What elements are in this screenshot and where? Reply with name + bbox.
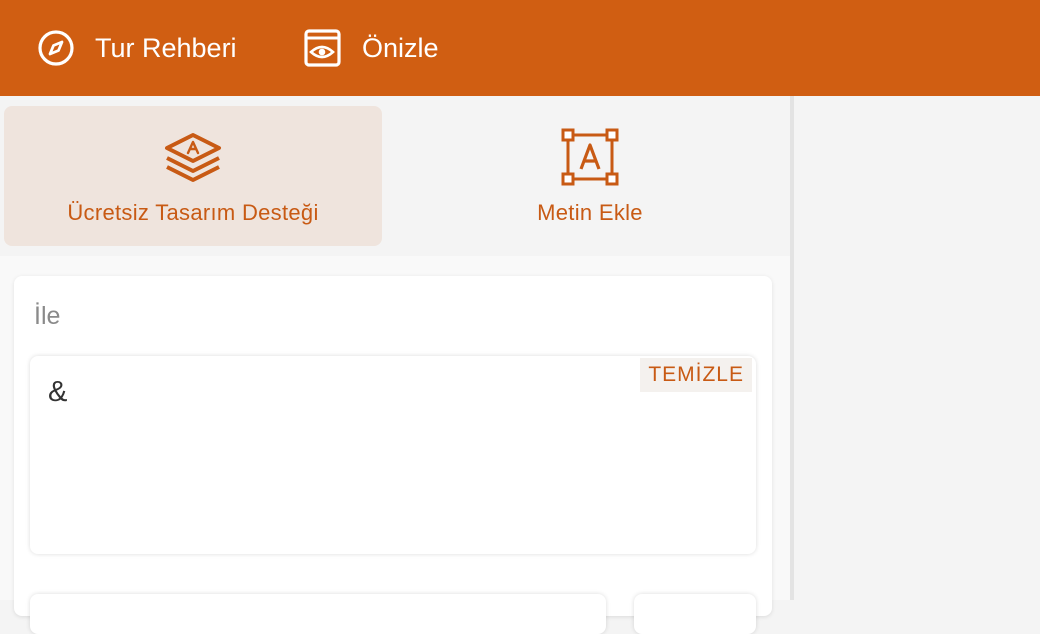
tab-add-text[interactable]: Metin Ekle xyxy=(400,106,780,246)
tour-guide-label: Tur Rehberi xyxy=(95,32,237,63)
compass-icon xyxy=(36,28,76,68)
left-panel: Ücretsiz Tasarım Desteği Metin Ekle İle … xyxy=(0,96,790,634)
tab-free-design-support[interactable]: Ücretsiz Tasarım Desteği xyxy=(4,106,382,246)
canvas-area xyxy=(794,96,1040,600)
preview-label: Önizle xyxy=(362,32,439,63)
tab-free-design-support-label: Ücretsiz Tasarım Desteği xyxy=(67,200,319,225)
size-select[interactable] xyxy=(634,594,756,634)
card-title: İle xyxy=(34,302,61,330)
clear-button[interactable]: TEMİZLE xyxy=(640,358,752,392)
top-bar: Tur Rehberi Önizle xyxy=(0,0,1040,96)
text-box-icon xyxy=(561,128,619,186)
preview-button[interactable]: Önizle xyxy=(302,0,439,96)
font-select[interactable] xyxy=(30,594,606,634)
tab-add-text-label: Metin Ekle xyxy=(537,200,643,225)
text-input-value: & xyxy=(48,376,68,408)
eye-icon xyxy=(302,28,342,68)
layers-text-icon xyxy=(163,128,223,186)
editor-content: İle & TEMİZLE xyxy=(0,256,790,634)
text-edit-card: İle & TEMİZLE xyxy=(14,276,772,634)
text-input-area[interactable]: & TEMİZLE xyxy=(30,356,756,554)
tour-guide-button[interactable]: Tur Rehberi xyxy=(36,0,237,96)
